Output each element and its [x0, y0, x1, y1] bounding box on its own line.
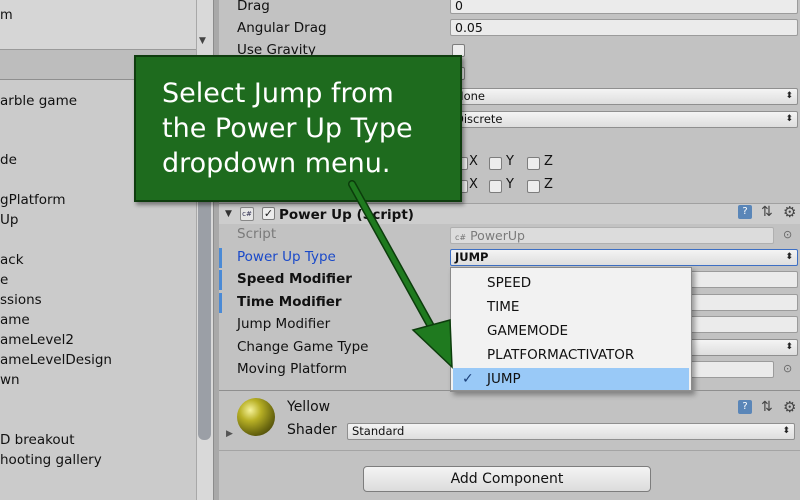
drag-label: Drag [237, 0, 270, 14]
script-label: Script [237, 226, 277, 242]
component-title: Power Up (Script) [279, 207, 414, 223]
shader-value: Standard [352, 424, 405, 438]
modified-indicator [219, 248, 222, 268]
hierarchy-top-item[interactable]: m [0, 8, 13, 23]
hierarchy-item[interactable]: gPlatform [0, 191, 66, 209]
option-time[interactable]: TIME [453, 296, 689, 319]
moving-platform-field[interactable] [690, 361, 774, 378]
power-up-type-popup: SPEED TIME GAMEMODE PLATFORMACTIVATOR ✓ … [450, 267, 692, 392]
component-enabled-checkbox[interactable]: ✓ [262, 207, 275, 220]
object-picker-icon[interactable]: ⊙ [783, 228, 792, 241]
dropdown-arrow-icon: ⬍ [785, 342, 793, 352]
collision-detection-value: Discrete [455, 112, 503, 126]
hierarchy-item[interactable]: arble game [0, 92, 77, 110]
script-file-icon: c# [240, 207, 254, 221]
angular-drag-field[interactable]: 0.05 [450, 19, 798, 36]
add-component-button[interactable]: Add Component [363, 466, 651, 492]
object-picker-icon[interactable]: ⊙ [783, 362, 792, 375]
interpolate-dropdown[interactable]: None ⬍ [450, 88, 798, 105]
preset-icon[interactable]: ⇅ [761, 204, 773, 220]
change-game-type-dropdown[interactable]: ⬍ [690, 339, 798, 356]
hierarchy-item[interactable]: ack [0, 251, 24, 269]
instruction-callout: Select Jump from the Power Up Type dropd… [134, 55, 462, 202]
speed-modifier-field[interactable] [690, 271, 798, 288]
axis-z-label: Z [544, 177, 553, 192]
speed-modifier-label: Speed Modifier [237, 271, 352, 287]
freeze-position-z-checkbox[interactable] [527, 157, 540, 170]
freeze-rotation-y-checkbox[interactable] [489, 180, 502, 193]
drag-field[interactable]: 0 [450, 0, 798, 14]
preset-icon[interactable]: ⇅ [761, 399, 773, 415]
hierarchy-item[interactable]: e [0, 271, 8, 289]
power-up-type-value: JUMP [455, 250, 489, 264]
moving-platform-label: Moving Platform [237, 361, 347, 377]
time-modifier-field[interactable] [690, 294, 798, 311]
script-field: c# PowerUp [450, 227, 774, 244]
axis-x-label: X [469, 177, 478, 192]
settings-gear-icon[interactable]: ⚙ [783, 203, 796, 221]
power-up-type-label: Power Up Type [237, 249, 336, 265]
axis-z-label: Z [544, 154, 553, 169]
section-divider [219, 390, 800, 391]
help-icon[interactable]: ? [738, 400, 752, 414]
option-jump[interactable]: ✓ JUMP [453, 368, 689, 391]
dropdown-arrow-icon: ⬍ [785, 252, 793, 262]
foldout-arrow-icon[interactable]: ▼ [225, 209, 232, 219]
settings-gear-icon[interactable]: ⚙ [783, 398, 796, 416]
angular-drag-label: Angular Drag [237, 20, 327, 36]
hierarchy-item[interactable]: hooting gallery [0, 451, 102, 469]
jump-modifier-label: Jump Modifier [237, 316, 331, 332]
callout-line: Select Jump from [162, 78, 394, 109]
hierarchy-item[interactable]: D breakout [0, 431, 75, 449]
foldout-arrow-icon[interactable]: ▶ [226, 429, 233, 439]
material-preview-sphere [237, 398, 275, 436]
modified-indicator [219, 293, 222, 313]
axis-y-label: Y [506, 177, 514, 192]
script-file-icon: c# [455, 233, 467, 242]
jump-modifier-field[interactable] [690, 316, 798, 333]
help-icon[interactable]: ? [738, 205, 752, 219]
time-modifier-label: Time Modifier [237, 294, 342, 310]
dropdown-arrow-icon: ⬍ [785, 114, 793, 124]
freeze-rotation-z-checkbox[interactable] [527, 180, 540, 193]
section-divider [219, 450, 800, 451]
hierarchy-item[interactable]: ameLevel2 [0, 331, 74, 349]
axis-y-label: Y [506, 154, 514, 169]
shader-label: Shader [287, 422, 337, 438]
hierarchy-item[interactable]: ameLevelDesign [0, 351, 112, 369]
hierarchy-item[interactable]: Up [0, 211, 18, 229]
callout-line: dropdown menu. [162, 148, 391, 179]
hierarchy-item[interactable]: ssions [0, 291, 42, 309]
dropdown-arrow-icon: ⬍ [785, 91, 793, 101]
axis-x-label: X [469, 154, 478, 169]
collision-detection-dropdown[interactable]: Discrete ⬍ [450, 111, 798, 128]
dropdown-arrow-icon: ⬍ [782, 426, 790, 436]
callout-line: the Power Up Type [162, 113, 413, 144]
checkmark-icon: ✓ [462, 371, 474, 387]
option-gamemode[interactable]: GAMEMODE [453, 320, 689, 343]
material-name: Yellow [287, 399, 331, 415]
hierarchy-item[interactable]: wn [0, 371, 20, 389]
option-platformactivator[interactable]: PLATFORMACTIVATOR [453, 344, 689, 367]
option-speed[interactable]: SPEED [453, 272, 689, 295]
scroll-up-arrow-icon[interactable]: ▼ [199, 36, 206, 46]
hierarchy-item[interactable]: de [0, 151, 17, 169]
hierarchy-item[interactable]: ame [0, 311, 30, 329]
modified-indicator [219, 270, 222, 290]
hierarchy-top-section: m [0, 0, 196, 50]
freeze-position-y-checkbox[interactable] [489, 157, 502, 170]
change-game-type-label: Change Game Type [237, 339, 369, 355]
power-up-type-dropdown[interactable]: JUMP ⬍ [450, 249, 798, 266]
shader-dropdown[interactable]: Standard ⬍ [347, 423, 795, 440]
script-field-value: PowerUp [470, 228, 525, 243]
